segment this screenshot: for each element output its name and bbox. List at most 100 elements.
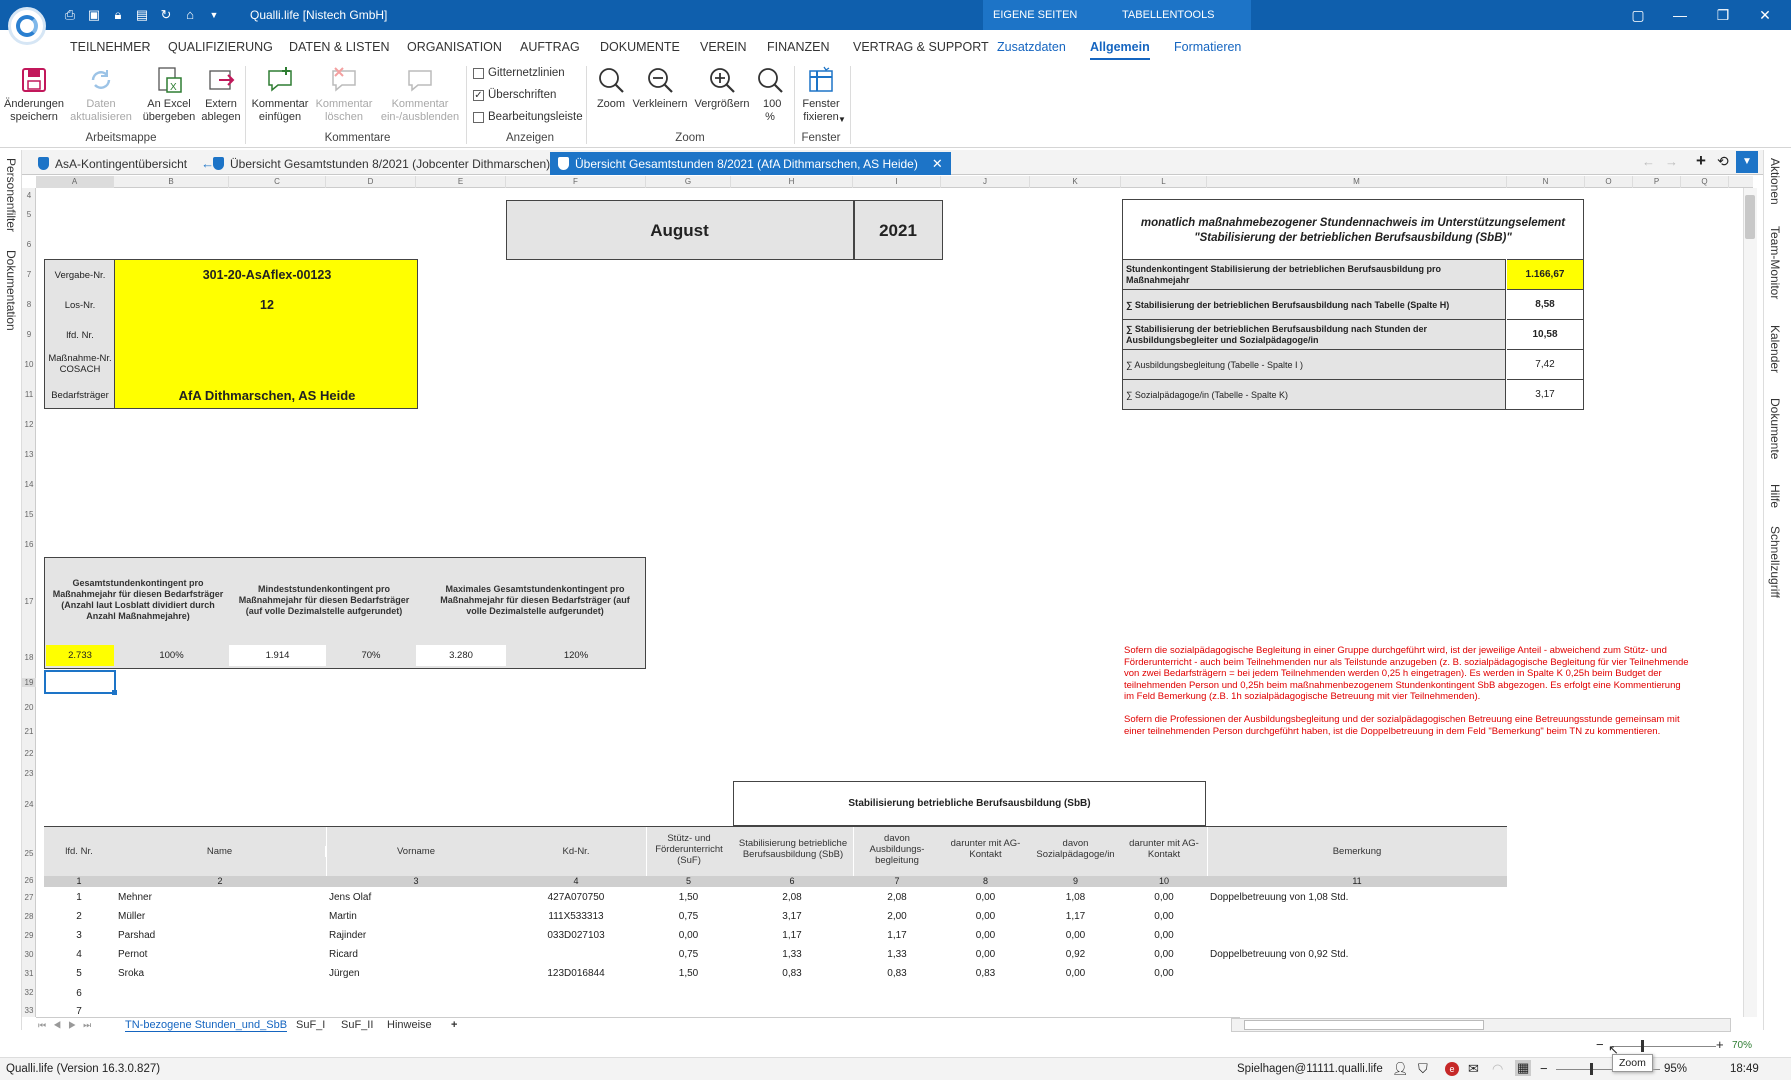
quota-max-percent[interactable]: 120% xyxy=(506,645,646,666)
menu-zusatzdaten[interactable]: Zusatzdaten xyxy=(997,40,1066,54)
sheet-tab-hinweise[interactable]: Hinweise xyxy=(387,1019,432,1031)
zoom-plus-icon[interactable]: + xyxy=(1716,1037,1724,1052)
menu-verein[interactable]: VEREIN xyxy=(700,40,747,54)
row-header[interactable]: 23 xyxy=(22,769,36,778)
freeze-dropdown-icon[interactable]: ▼ xyxy=(838,115,846,124)
panel-schnellzugriff[interactable]: Schnellzugriff xyxy=(1768,526,1782,598)
cell-kd-nr[interactable]: 111X533313 xyxy=(506,911,646,922)
summary-value[interactable]: 8,58 xyxy=(1507,289,1583,319)
row-header[interactable]: 28 xyxy=(22,912,36,921)
status-zoom-minus-icon[interactable]: − xyxy=(1540,1061,1548,1076)
cell-suf[interactable]: 0,75 xyxy=(646,949,731,960)
minimize-button[interactable]: — xyxy=(1665,5,1695,25)
cell-lfd-nr[interactable]: 6 xyxy=(44,988,114,999)
row-header[interactable]: 33 xyxy=(22,1006,36,1015)
cell-ag-kontakt-2[interactable]: 0,00 xyxy=(1121,911,1207,922)
row-header[interactable]: 27 xyxy=(22,893,36,902)
menu-auftrag[interactable]: AUFTRAG xyxy=(520,40,580,54)
panel-hilfe[interactable]: Hilfe xyxy=(1768,484,1782,508)
los-nr-cell[interactable]: 12 xyxy=(116,298,418,312)
headings-checkbox[interactable]: ✓ Überschriften xyxy=(473,89,556,101)
quota-min-value[interactable]: 1.914 xyxy=(229,645,326,666)
nav-forward-icon[interactable]: → xyxy=(1665,154,1678,169)
menu-qualifizierung[interactable]: QUALIFIZIERUNG xyxy=(168,40,273,54)
refresh-data-button[interactable]: Daten aktualisieren xyxy=(68,66,134,124)
toggle-comment-button[interactable]: Kommentar ein-/ausblenden xyxy=(378,66,462,124)
save-icon[interactable]: ▣ xyxy=(86,7,102,23)
cell-bemerkung[interactable]: Doppelbetreuung von 1,08 Std. xyxy=(1207,892,1507,903)
context-tab-tabellentools[interactable]: TABELLENTOOLS xyxy=(1122,9,1215,21)
cell-name[interactable]: Sroka xyxy=(114,968,326,979)
row-header[interactable]: 26 xyxy=(22,876,36,885)
user-icon[interactable]: 👤︎ xyxy=(1392,1061,1409,1077)
cell-lfd-nr[interactable]: 3 xyxy=(44,930,114,941)
home-icon[interactable]: ⌂ xyxy=(182,7,198,23)
cell-ag-kontakt-1[interactable]: 0,00 xyxy=(941,930,1030,941)
menu-finanzen[interactable]: FINANZEN xyxy=(767,40,830,54)
panel-aktionen[interactable]: Aktionen xyxy=(1768,158,1782,205)
excel-export-button[interactable]: X An Excel übergeben xyxy=(138,66,200,124)
cell-name[interactable]: Mehner xyxy=(114,892,326,903)
cell-kd-nr[interactable]: 427A070750 xyxy=(506,892,646,903)
cell-sbb[interactable]: 0,83 xyxy=(731,968,853,979)
column-header[interactable]: I xyxy=(853,176,941,188)
row-header[interactable]: 5 xyxy=(22,210,36,219)
cell-ausbildungsbegleitung[interactable]: 1,17 xyxy=(853,930,941,941)
cell-sozialpaedagoge[interactable]: 0,00 xyxy=(1030,968,1121,979)
column-header[interactable]: F xyxy=(506,176,646,188)
cell-ag-kontakt-1[interactable]: 0,00 xyxy=(941,892,1030,903)
column-header[interactable]: O xyxy=(1585,176,1633,188)
column-header[interactable]: J xyxy=(941,176,1030,188)
row-header[interactable]: 19 xyxy=(22,678,36,687)
row-header[interactable]: 30 xyxy=(22,950,36,959)
cell-sbb[interactable]: 1,33 xyxy=(731,949,853,960)
cell-kd-nr[interactable]: 033D027103 xyxy=(506,930,646,941)
row-header[interactable]: 21 xyxy=(22,727,36,736)
cell-ausbildungsbegleitung[interactable]: 0,83 xyxy=(853,968,941,979)
cell-ausbildungsbegleitung[interactable]: 2,08 xyxy=(853,892,941,903)
row-header[interactable]: 25 xyxy=(22,849,36,858)
zoom-in-button[interactable]: Vergrößern xyxy=(692,66,752,111)
document-icon[interactable]: ▤ xyxy=(134,7,150,23)
cell-suf[interactable]: 0,00 xyxy=(646,930,731,941)
cell-vorname[interactable]: Rajinder xyxy=(326,930,506,941)
row-header[interactable]: 4 xyxy=(22,191,36,200)
cell-vorname[interactable]: Jens Olaf xyxy=(326,892,506,903)
cell-ag-kontakt-1[interactable]: 0,00 xyxy=(941,911,1030,922)
wifi-icon[interactable]: ◠ xyxy=(1492,1061,1503,1077)
row-header[interactable]: 12 xyxy=(22,420,36,429)
cell-suf[interactable]: 1,50 xyxy=(646,892,731,903)
app-logo-icon[interactable] xyxy=(8,7,46,45)
panel-dokumentation[interactable]: Dokumentation xyxy=(4,250,18,331)
sheet-view-icon[interactable]: ▦ xyxy=(1515,1060,1532,1076)
row-header[interactable]: 18 xyxy=(22,653,36,662)
status-zoom-handle[interactable] xyxy=(1590,1063,1593,1075)
column-header[interactable]: A xyxy=(36,176,114,188)
cell-ag-kontakt-1[interactable]: 0,83 xyxy=(941,968,1030,979)
cell-lfd-nr[interactable]: 4 xyxy=(44,949,114,960)
fill-handle[interactable] xyxy=(112,690,117,695)
zoom-minus-icon[interactable]: − xyxy=(1596,1037,1604,1052)
sheet-tab-suf-i[interactable]: SuF_I xyxy=(296,1019,325,1031)
quota-total-value[interactable]: 2.733 xyxy=(46,645,114,666)
cell-ag-kontakt-2[interactable]: 0,00 xyxy=(1121,968,1207,979)
cell-sozialpaedagoge[interactable]: 1,08 xyxy=(1030,892,1121,903)
bedarfstraeger-cell[interactable]: AfA Dithmarschen, AS Heide xyxy=(116,388,418,403)
add-sheet-button[interactable]: + xyxy=(451,1019,457,1031)
row-header[interactable]: 29 xyxy=(22,931,36,940)
restore-button[interactable]: ❐ xyxy=(1708,5,1738,25)
row-header[interactable]: 13 xyxy=(22,450,36,459)
cell-sozialpaedagoge[interactable]: 0,92 xyxy=(1030,949,1121,960)
tab-afa-heide[interactable]: Übersicht Gesamtstunden 8/2021 (AfA Dith… xyxy=(550,152,951,175)
cell-sbb[interactable]: 1,17 xyxy=(731,930,853,941)
tab-asa-kontingent[interactable]: AsA-Kontingentübersicht ← xyxy=(30,152,222,175)
panel-kalender[interactable]: Kalender xyxy=(1768,325,1782,373)
menu-vertrag-support[interactable]: VERTRAG & SUPPORT xyxy=(853,40,989,54)
cell-ag-kontakt-2[interactable]: 0,00 xyxy=(1121,892,1207,903)
column-header[interactable]: M xyxy=(1207,176,1507,188)
quota-min-percent[interactable]: 70% xyxy=(326,645,416,666)
cell-lfd-nr[interactable]: 2 xyxy=(44,911,114,922)
menu-allgemein[interactable]: Allgemein xyxy=(1090,40,1150,60)
column-header[interactable]: G xyxy=(646,176,731,188)
cell-lfd-nr[interactable]: 1 xyxy=(44,892,114,903)
